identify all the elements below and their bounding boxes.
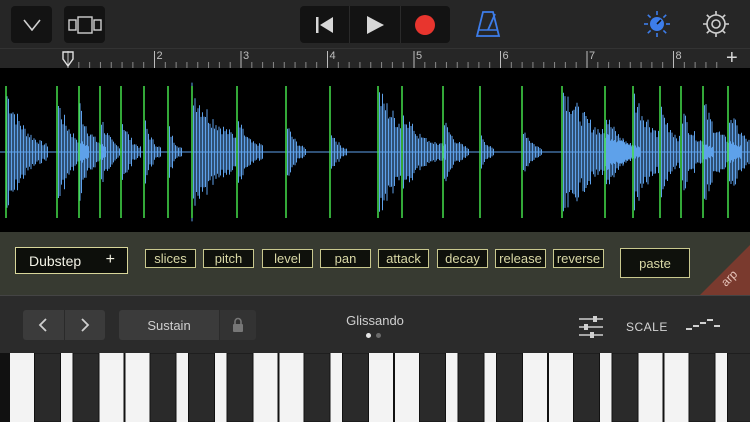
- ruler-bar-label: 7: [589, 50, 596, 62]
- browser-dropdown-icon: [22, 19, 41, 31]
- play-icon: [366, 15, 384, 34]
- metronome-icon: [475, 11, 501, 37]
- master-effects-button[interactable]: [643, 10, 671, 43]
- arp-button[interactable]: arp: [698, 245, 750, 297]
- chip-slices[interactable]: slices: [145, 249, 196, 268]
- black-key[interactable]: [419, 353, 446, 422]
- paste-button[interactable]: paste: [620, 248, 690, 278]
- ruler-bar-label: 3: [243, 50, 250, 62]
- preset-selector[interactable]: Dubstep +: [15, 247, 128, 274]
- playhead-icon[interactable]: [62, 51, 74, 67]
- chip-reverse[interactable]: reverse: [553, 249, 604, 268]
- ruler-bar-label: 2: [156, 50, 163, 62]
- lock-icon: [233, 317, 243, 332]
- record-button[interactable]: [401, 6, 450, 43]
- chevron-right-icon: [81, 318, 90, 332]
- view-toggle-icon: [67, 15, 102, 34]
- control-bar: [0, 0, 750, 48]
- black-key[interactable]: [688, 353, 716, 422]
- keyboard-settings-button[interactable]: [578, 316, 604, 343]
- ruler-bar-label: 8: [675, 50, 682, 62]
- sustain-button[interactable]: Sustain: [119, 310, 219, 340]
- chip-release[interactable]: release: [495, 249, 546, 268]
- black-key[interactable]: [727, 353, 750, 422]
- ruler-ticks: [67, 51, 718, 68]
- go-to-beginning-button[interactable]: [300, 6, 351, 43]
- master-effects-icon: [644, 11, 670, 37]
- timeline-ruler[interactable]: 2 3 4 5 6 7 8 +: [0, 47, 750, 70]
- waveform-display[interactable]: [0, 68, 750, 232]
- preset-label: Dubstep: [29, 252, 82, 269]
- chip-attack[interactable]: attack: [378, 249, 429, 268]
- keyboard-mode-label[interactable]: Glissando: [325, 313, 425, 328]
- black-key[interactable]: [496, 353, 523, 422]
- chip-decay[interactable]: decay: [437, 249, 488, 268]
- settings-button[interactable]: [701, 9, 731, 44]
- chip-level[interactable]: level: [262, 249, 313, 268]
- record-icon: [415, 14, 436, 35]
- ruler-bar-label: 6: [502, 50, 509, 62]
- view-toggle-button[interactable]: [64, 6, 105, 43]
- sliders-icon: [579, 316, 603, 338]
- black-key[interactable]: [72, 353, 100, 422]
- black-key[interactable]: [573, 353, 600, 422]
- black-key[interactable]: [457, 353, 485, 422]
- settings-icon: [703, 11, 729, 37]
- go-to-beginning-icon: [315, 16, 333, 33]
- arpeggio-icon: [686, 319, 720, 330]
- slice-controls-panel: Dubstep + slices pitch level pan attack …: [0, 232, 750, 295]
- add-section-button[interactable]: +: [726, 47, 738, 70]
- chip-pan[interactable]: pan: [320, 249, 371, 268]
- ruler-bar-label: 4: [329, 50, 336, 62]
- piano-keyboard[interactable]: [0, 353, 750, 422]
- chevron-left-icon: [38, 318, 47, 332]
- black-key[interactable]: [226, 353, 254, 422]
- black-key[interactable]: [303, 353, 331, 422]
- black-key[interactable]: [342, 353, 369, 422]
- octave-switcher: [23, 310, 105, 340]
- black-key[interactable]: [149, 353, 177, 422]
- transport-controls: [300, 6, 450, 43]
- waveform: [0, 82, 750, 222]
- page-dot-2: [376, 333, 381, 338]
- ruler-bar-label: 5: [416, 50, 423, 62]
- chip-pitch[interactable]: pitch: [203, 249, 254, 268]
- keys: [10, 353, 750, 422]
- octave-down-button[interactable]: [23, 310, 65, 340]
- black-key[interactable]: [188, 353, 215, 422]
- sustain-lock-button[interactable]: [220, 310, 256, 340]
- black-key[interactable]: [611, 353, 639, 422]
- scale-button[interactable]: SCALE: [626, 320, 668, 334]
- browser-button[interactable]: [11, 6, 52, 43]
- page-indicator[interactable]: [366, 333, 381, 338]
- black-key[interactable]: [34, 353, 61, 422]
- page-dot-1: [366, 333, 371, 338]
- add-preset-icon[interactable]: +: [106, 251, 115, 269]
- arpeggiator-button[interactable]: [686, 318, 722, 337]
- metronome-button[interactable]: [475, 10, 501, 43]
- octave-up-button[interactable]: [65, 310, 106, 340]
- play-button[interactable]: [350, 6, 401, 43]
- keyboard-header: Sustain Glissando SCALE: [0, 295, 750, 353]
